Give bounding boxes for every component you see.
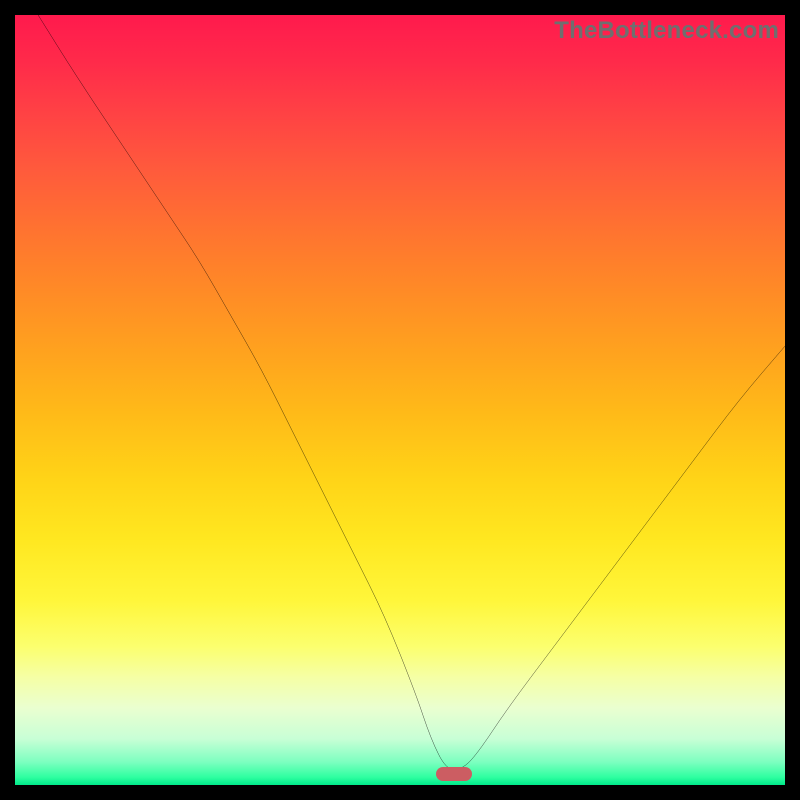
curve-path — [38, 15, 785, 770]
plot-area: TheBottleneck.com — [15, 15, 785, 785]
bottleneck-curve — [15, 15, 785, 785]
optimal-point-marker — [436, 767, 472, 781]
chart-frame: TheBottleneck.com — [0, 0, 800, 800]
